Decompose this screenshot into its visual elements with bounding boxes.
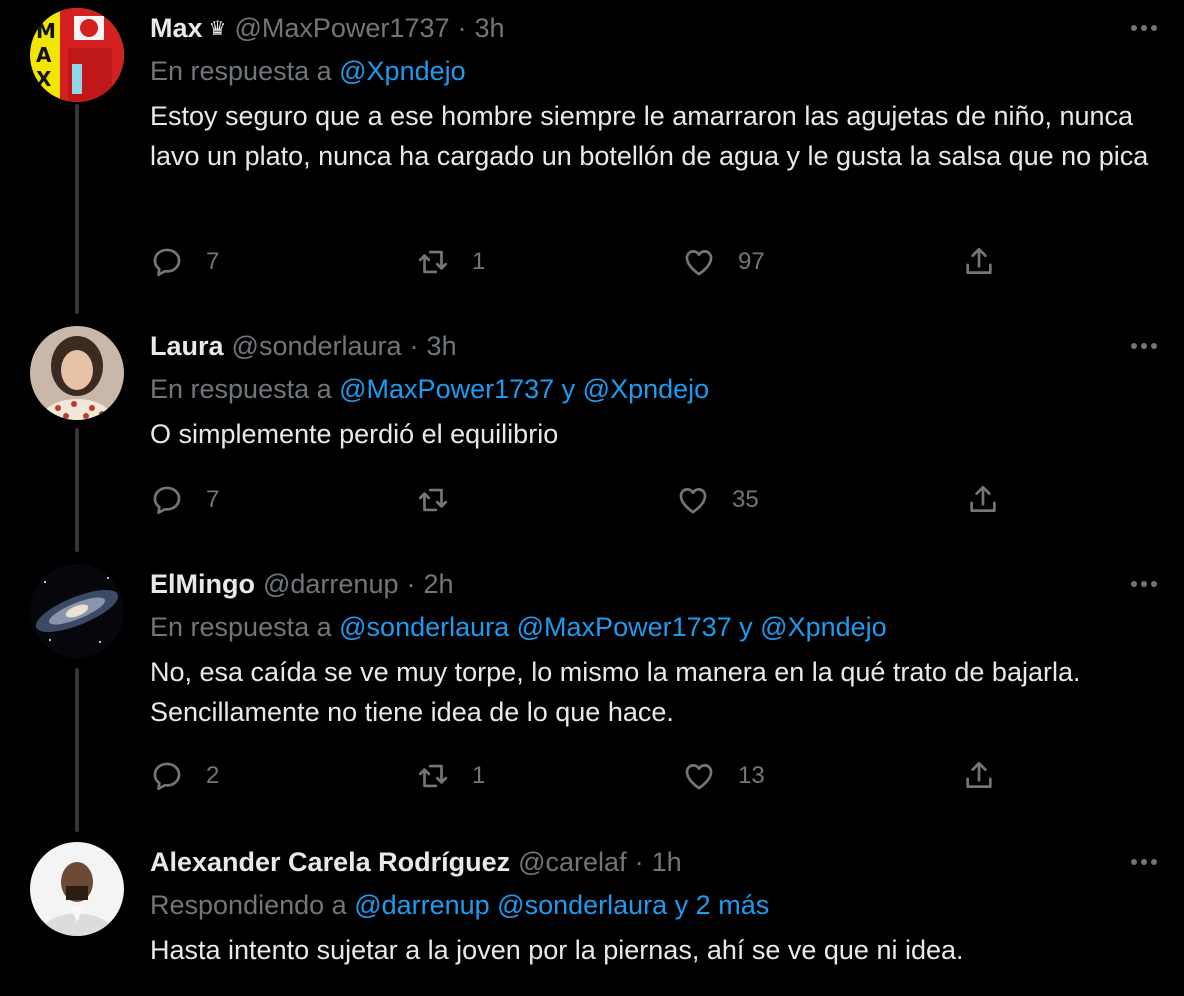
reply-mention-link[interactable]: @MaxPower1737 y @Xpndejo <box>339 374 709 404</box>
avatar-alexander <box>30 842 124 936</box>
reply-count: 2 <box>206 762 220 789</box>
timestamp[interactable]: 2h <box>423 569 453 600</box>
reply-mention-link[interactable]: @Xpndejo <box>339 56 466 86</box>
separator-dot: · <box>634 846 644 877</box>
like-count: 13 <box>738 762 765 789</box>
share-button[interactable] <box>966 480 1000 520</box>
tweet-actions: 7 35 <box>150 480 1010 520</box>
timestamp[interactable]: 3h <box>474 13 504 44</box>
avatar-galaxy <box>30 564 124 658</box>
retweet-icon <box>418 488 448 512</box>
user-handle[interactable]: @carelaf <box>518 847 626 878</box>
tweet-actions: 2 1 13 <box>150 756 1010 796</box>
like-button[interactable]: 13 <box>682 756 765 796</box>
separator-dot: · <box>406 568 416 599</box>
reply-prefix: Respondiendo a <box>150 890 347 920</box>
svg-text:X: X <box>36 67 52 91</box>
more-icon[interactable] <box>1128 334 1160 358</box>
reply-context: En respuesta a @MaxPower1737 y @Xpndejo <box>150 374 709 405</box>
tweet-text: O simplemente perdió el equilibrio <box>150 419 559 449</box>
retweet-button[interactable]: 1 <box>416 756 485 796</box>
like-button[interactable]: 97 <box>682 242 765 282</box>
user-handle[interactable]: @sonderlaura <box>232 331 402 362</box>
reply-button[interactable]: 7 <box>150 242 219 282</box>
retweet-count: 1 <box>472 248 486 275</box>
timestamp[interactable]: 1h <box>652 847 682 878</box>
more-icon[interactable] <box>1128 850 1160 874</box>
svg-text:A: A <box>36 43 52 67</box>
reply-mention-link[interactable]: @darrenup @sonderlaura y 2 más <box>354 890 769 920</box>
avatar[interactable] <box>30 564 124 658</box>
display-name[interactable]: Max <box>150 13 203 44</box>
share-icon <box>966 247 992 274</box>
reply-thread: M A X Max ♛ @MaxPower1737 · 3h En respue… <box>0 0 1184 996</box>
like-button[interactable]: 35 <box>676 480 759 520</box>
separator-dot: · <box>457 12 467 43</box>
thread-line <box>75 428 79 552</box>
heart-icon <box>685 764 713 790</box>
user-handle[interactable]: @darrenup <box>263 569 399 600</box>
reply-count: 7 <box>206 486 220 513</box>
share-button[interactable] <box>962 242 996 282</box>
avatar-max: M A X <box>30 8 124 102</box>
retweet-button[interactable] <box>416 480 472 520</box>
reply-prefix: En respuesta a <box>150 374 332 404</box>
tweet-max[interactable]: M A X Max ♛ @MaxPower1737 · 3h En respue… <box>0 0 1184 320</box>
retweet-icon <box>418 764 448 788</box>
timestamp[interactable]: 3h <box>427 331 457 362</box>
reply-count: 7 <box>206 248 220 275</box>
reply-prefix: En respuesta a <box>150 612 332 642</box>
like-count: 97 <box>738 248 765 275</box>
display-name[interactable]: Alexander Carela Rodríguez <box>150 847 510 878</box>
thread-line <box>75 668 79 832</box>
tweet-alexander[interactable]: Alexander Carela Rodríguez @carelaf · 1h… <box>0 834 1184 996</box>
reply-button[interactable]: 7 <box>150 480 219 520</box>
retweet-icon <box>418 250 448 274</box>
reply-mention-link[interactable]: @sonderlaura @MaxPower1737 y @Xpndejo <box>339 612 887 642</box>
tweet-elmingo[interactable]: ElMingo @darrenup · 2h En respuesta a @s… <box>0 556 1184 838</box>
reply-button[interactable]: 2 <box>150 756 219 796</box>
share-icon <box>966 761 992 788</box>
avatar[interactable]: M A X <box>30 8 124 102</box>
avatar[interactable] <box>30 842 124 936</box>
crown-icon: ♛ <box>208 17 227 40</box>
share-button[interactable] <box>962 756 996 796</box>
tweet-actions: 7 1 97 <box>150 242 1010 282</box>
comment-icon <box>153 486 181 515</box>
reply-context: Respondiendo a @darrenup @sonderlaura y … <box>150 890 769 921</box>
reply-context: En respuesta a @sonderlaura @MaxPower173… <box>150 612 887 643</box>
retweet-count: 1 <box>472 762 486 789</box>
tweet-laura[interactable]: Laura @sonderlaura · 3h En respuesta a @… <box>0 318 1184 558</box>
tweet-text: Estoy seguro que a ese hombre siempre le… <box>150 101 1149 171</box>
retweet-button[interactable]: 1 <box>416 242 485 282</box>
separator-dot: · <box>409 330 419 361</box>
tweet-header: Max ♛ @MaxPower1737 · 3h <box>150 10 505 46</box>
share-icon <box>970 485 996 512</box>
tweet-header: Laura @sonderlaura · 3h <box>150 328 457 364</box>
user-handle[interactable]: @MaxPower1737 <box>234 13 449 44</box>
heart-icon <box>685 250 713 276</box>
heart-icon <box>679 488 707 514</box>
avatar-laura <box>30 326 124 420</box>
display-name[interactable]: ElMingo <box>150 569 255 600</box>
display-name[interactable]: Laura <box>150 331 224 362</box>
tweet-text: No, esa caída se ve muy torpe, lo mismo … <box>150 657 1081 727</box>
svg-text:M: M <box>36 19 56 43</box>
reply-prefix: En respuesta a <box>150 56 332 86</box>
thread-line <box>75 104 79 314</box>
reply-context: En respuesta a @Xpndejo <box>150 56 466 87</box>
more-icon[interactable] <box>1128 572 1160 596</box>
comment-icon <box>153 762 181 791</box>
more-icon[interactable] <box>1128 16 1160 40</box>
tweet-header: Alexander Carela Rodríguez @carelaf · 1h <box>150 844 682 880</box>
tweet-text: Hasta intento sujetar a la joven por la … <box>150 935 964 965</box>
like-count: 35 <box>732 486 759 513</box>
comment-icon <box>153 248 181 277</box>
tweet-header: ElMingo @darrenup · 2h <box>150 566 454 602</box>
avatar[interactable] <box>30 326 124 420</box>
